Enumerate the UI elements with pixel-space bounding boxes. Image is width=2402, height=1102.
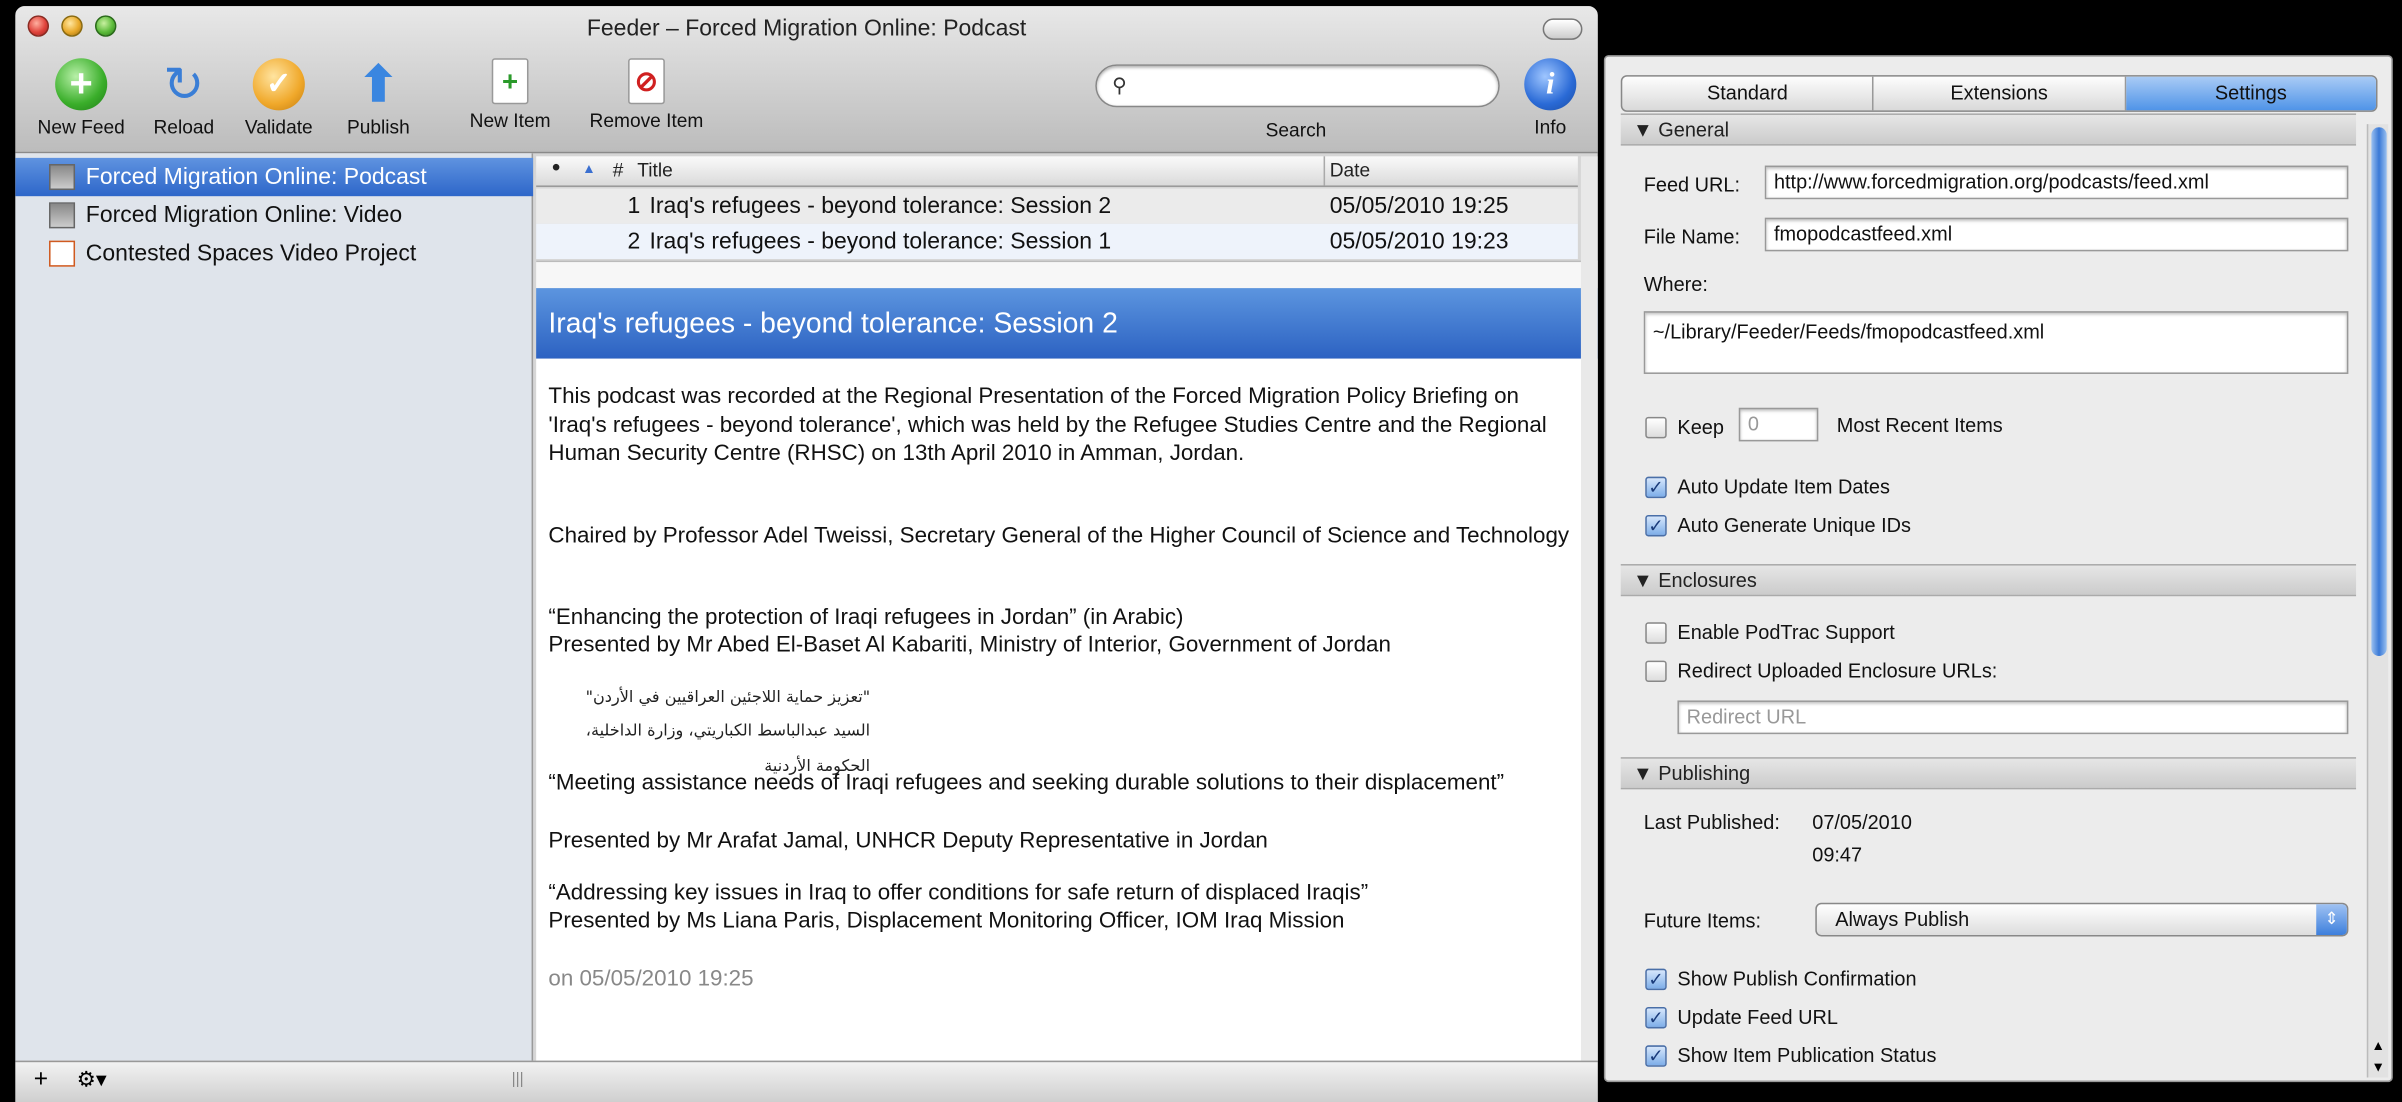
most-recent-label: Most Recent Items <box>1836 413 2003 437</box>
publish-button[interactable]: ⬆ Publish <box>334 58 423 138</box>
description-paragraph: “Enhancing the protection of Iraqi refug… <box>548 605 1184 630</box>
reload-icon: ↻ <box>163 56 205 112</box>
last-published-time: 09:47 <box>1812 842 1863 866</box>
scroll-down-icon[interactable]: ▼ <box>2371 1059 2385 1074</box>
tab-settings[interactable]: Settings <box>2125 76 2376 111</box>
feed-thumbnail-icon <box>49 163 76 191</box>
sidebar-item-contested-spaces[interactable]: Contested Spaces Video Project <box>15 235 533 273</box>
info-button[interactable]: i Info <box>1523 58 1578 138</box>
podtrac-label: Enable PodTrac Support <box>1677 620 1895 644</box>
sidebar-item-podcast[interactable]: Forced Migration Online: Podcast <box>15 157 534 197</box>
scroll-up-icon[interactable]: ▲ <box>2371 1038 2385 1053</box>
split-view-divider[interactable] <box>536 260 1598 289</box>
info-icon: i <box>1524 58 1577 111</box>
file-name-label: File Name: <box>1643 225 1741 249</box>
table-row[interactable]: 2 Iraq's refugees - beyond tolerance: Se… <box>536 223 1578 260</box>
file-name-field[interactable]: fmopodcastfeed.xml <box>1764 217 2349 252</box>
keep-label: Keep <box>1677 415 1724 439</box>
future-items-label: Future Items: <box>1643 908 1762 932</box>
new-feed-button[interactable]: + New Feed <box>31 58 132 138</box>
podtrac-checkbox[interactable] <box>1645 622 1667 644</box>
panel-scrollbar[interactable]: ▲ ▼ <box>2366 124 2389 1078</box>
new-item-button[interactable]: + New Item <box>460 58 561 132</box>
checkmark-circle-icon: ✓ <box>252 58 305 111</box>
description-paragraph: Presented by Mr Arafat Jamal, UNHCR Depu… <box>548 829 1268 854</box>
show-status-checkbox[interactable]: ✓ <box>1645 1045 1667 1067</box>
update-feed-url-label: Update Feed URL <box>1677 1005 1838 1029</box>
plus-circle-icon: + <box>55 58 108 111</box>
feed-list: Forced Migration Online: Podcast Forced … <box>15 153 534 1061</box>
description-paragraph: Presented by Mr Abed El-Baset Al Kabarit… <box>548 633 1391 658</box>
screen: Feeder – Forced Migration Online: Podcas… <box>0 0 2402 1102</box>
last-published-date: 07/05/2010 <box>1812 810 1912 834</box>
publish-date: on 05/05/2010 19:25 <box>548 967 754 992</box>
scroll-thumb[interactable] <box>2371 127 2387 656</box>
toolbar-toggle-button[interactable] <box>1542 18 1583 40</box>
item-detail-body: This podcast was recorded at the Regiona… <box>536 358 1598 1061</box>
feed-url-label: Feed URL: <box>1643 173 1741 197</box>
show-status-label: Show Item Publication Status <box>1677 1043 1937 1067</box>
description-paragraph: Presented by Ms Liana Paris, Displacemen… <box>548 908 1345 934</box>
up-arrow-icon: ⬆ <box>357 56 399 112</box>
show-confirmation-checkbox[interactable]: ✓ <box>1645 968 1667 991</box>
last-published-label: Last Published: <box>1643 810 1780 834</box>
auto-update-checkbox[interactable]: ✓ <box>1645 476 1667 499</box>
rss-feed-icon <box>49 240 76 267</box>
panel-tabs: Standard Extensions Settings <box>1620 75 2378 112</box>
search-label: Search <box>1265 119 1327 142</box>
feed-thumbnail-icon <box>49 202 76 229</box>
description-paragraph: Chaired by Professor Adel Tweissi, Secre… <box>548 524 1570 549</box>
status-column-header[interactable]: ● <box>551 159 560 176</box>
gear-icon[interactable]: ⚙▾ <box>77 1067 107 1093</box>
description-paragraph: “Addressing key issues in Iraq to offer … <box>548 881 1369 906</box>
tab-standard[interactable]: Standard <box>1622 76 1875 111</box>
window-title: Feeder – Forced Migration Online: Podcas… <box>586 15 1027 42</box>
sidebar-item-video[interactable]: Forced Migration Online: Video <box>15 196 533 234</box>
item-detail-title: Iraq's refugees - beyond tolerance: Sess… <box>536 288 1598 359</box>
remove-document-icon: ⊘ <box>628 58 665 105</box>
search-input[interactable]: ⚲ <box>1095 64 1500 108</box>
general-section-header[interactable]: ▼ General <box>1620 113 2357 146</box>
number-column-header[interactable]: # <box>613 159 624 180</box>
where-label: Where: <box>1643 272 1708 296</box>
keep-count-field[interactable]: 0 <box>1738 407 1819 442</box>
validate-button[interactable]: ✓ Validate <box>233 58 325 138</box>
publishing-section-header[interactable]: ▼ Publishing <box>1620 757 2357 790</box>
resize-handle-icon[interactable]: ||| <box>512 1071 524 1088</box>
description-paragraph: This podcast was recorded at the Regiona… <box>548 384 1547 466</box>
date-column-header[interactable]: Date <box>1330 159 1370 180</box>
description-paragraph: “Meeting assistance needs of Iraqi refug… <box>548 770 1505 796</box>
main-window: Feeder – Forced Migration Online: Podcas… <box>15 6 1598 1102</box>
feed-url-field[interactable]: http://www.forcedmigration.org/podcasts/… <box>1764 165 2349 200</box>
title-bar: Feeder – Forced Migration Online: Podcas… <box>15 6 1598 154</box>
updown-arrows-icon: ⇕ <box>2316 904 2347 935</box>
table-row[interactable]: 1 Iraq's refugees - beyond tolerance: Se… <box>536 188 1578 224</box>
auto-update-label: Auto Update Item Dates <box>1677 475 1890 499</box>
new-document-icon: + <box>491 58 529 105</box>
remove-item-button[interactable]: ⊘ Remove Item <box>576 58 717 132</box>
detail-scrollbar[interactable] <box>1580 156 1598 1061</box>
reload-button[interactable]: ↻ Reload <box>141 58 227 138</box>
enclosures-section-header[interactable]: ▼ Enclosures <box>1620 564 2357 597</box>
redirect-label: Redirect Uploaded Enclosure URLs: <box>1677 659 1998 683</box>
settings-panel: Standard Extensions Settings ▼ General F… <box>1603 55 2393 1083</box>
auto-generate-checkbox[interactable]: ✓ <box>1645 514 1667 537</box>
auto-generate-label: Auto Generate Unique IDs <box>1677 513 1912 537</box>
keep-checkbox[interactable] <box>1645 416 1667 439</box>
show-confirmation-label: Show Publish Confirmation <box>1677 967 1917 991</box>
redirect-url-field[interactable]: Redirect URL <box>1677 700 2349 735</box>
future-items-select[interactable]: Always Publish ⇕ <box>1815 902 2349 937</box>
arabic-text: "تعزيز حماية اللاجئين العراقيين في الأرد… <box>585 688 871 707</box>
sort-ascending-icon[interactable]: ▲ <box>582 161 596 176</box>
add-feed-button[interactable]: + <box>34 1067 48 1095</box>
update-feed-url-checkbox[interactable]: ✓ <box>1645 1006 1667 1029</box>
redirect-checkbox[interactable] <box>1645 660 1667 683</box>
tab-extensions[interactable]: Extensions <box>1874 76 2126 111</box>
bottom-bar: + ⚙▾ ||| <box>15 1060 1598 1102</box>
search-icon: ⚲ <box>1112 73 1127 97</box>
where-path-field[interactable]: ~/Library/Feeder/Feeds/fmopodcastfeed.xm… <box>1643 311 2349 374</box>
title-column-header[interactable]: Title <box>637 159 672 180</box>
items-table-header: ● ▲ # Title Date <box>536 156 1578 187</box>
